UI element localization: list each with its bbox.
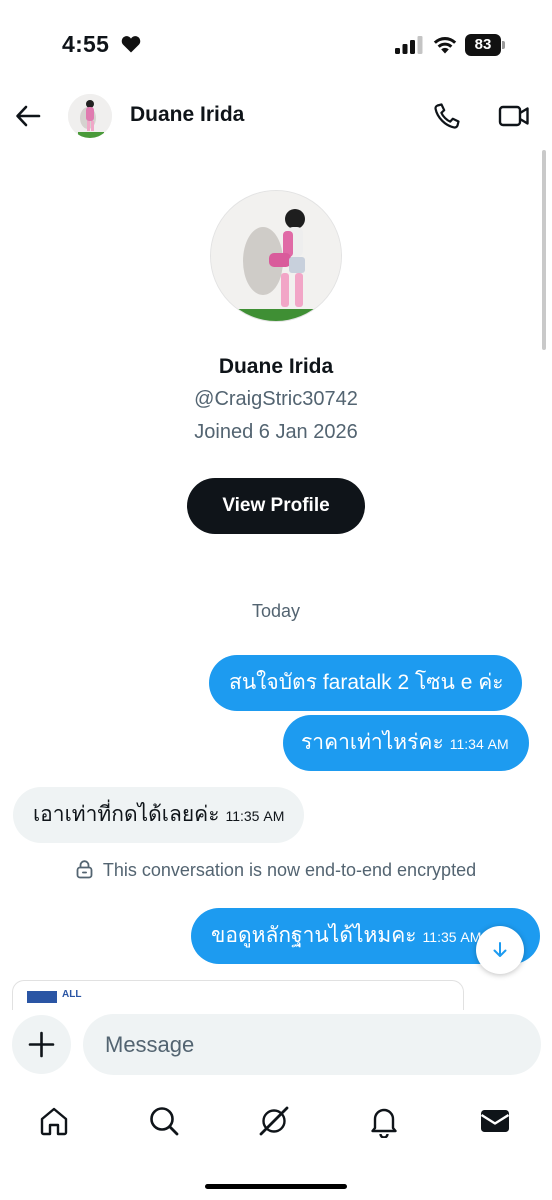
signal-icon bbox=[395, 36, 423, 54]
avatar-image bbox=[68, 94, 112, 138]
message-time: 11:35 AM bbox=[225, 808, 285, 824]
battery-level: 83 bbox=[465, 34, 501, 56]
header-name[interactable]: Duane Irida bbox=[130, 103, 244, 127]
dm-conversation-screen: 4:55 83 Duane Irida Duane Irida @CraigSt… bbox=[0, 0, 552, 1200]
phone-icon[interactable] bbox=[433, 102, 461, 130]
profile-avatar[interactable] bbox=[210, 190, 342, 322]
image-preview-text: ALL bbox=[62, 989, 82, 1000]
video-camera-icon[interactable] bbox=[498, 102, 530, 130]
message-bubble-incoming[interactable]: เอาเท่าที่กดได้เลยค่ะ 11:35 AM bbox=[13, 787, 305, 843]
search-icon[interactable] bbox=[147, 1104, 181, 1138]
notifications-bell-icon[interactable] bbox=[367, 1104, 401, 1138]
battery-icon: 83 bbox=[465, 34, 505, 56]
message-time: 11:35 AM bbox=[422, 929, 482, 945]
profile-joined-date: Joined 6 Jan 2026 bbox=[194, 421, 358, 443]
message-bubble-outgoing[interactable]: สนใจบัตร faratalk 2 โซน e ค่ะ bbox=[209, 655, 522, 711]
profile-handle: @CraigStric30742 bbox=[194, 388, 358, 410]
lock-icon bbox=[76, 860, 93, 879]
message-input[interactable] bbox=[83, 1014, 541, 1075]
plus-icon bbox=[28, 1031, 55, 1058]
wifi-icon bbox=[433, 37, 457, 54]
conversation-header: Duane Irida bbox=[0, 90, 552, 142]
encryption-notice: This conversation is now end-to-end encr… bbox=[0, 860, 552, 881]
scrollbar[interactable] bbox=[542, 150, 546, 350]
messages-envelope-icon[interactable] bbox=[478, 1104, 512, 1138]
battery-tip bbox=[502, 41, 505, 49]
message-text: ขอดูหลักฐานได้ไหมคะ bbox=[211, 924, 417, 947]
arrow-down-icon bbox=[493, 942, 507, 957]
message-text: เอาเท่าที่กดได้เลยค่ะ bbox=[33, 803, 220, 826]
bottom-navigation bbox=[0, 1090, 552, 1152]
home-indicator bbox=[205, 1184, 347, 1189]
add-attachment-button[interactable] bbox=[12, 1015, 71, 1074]
back-arrow-icon[interactable] bbox=[14, 102, 42, 130]
status-time: 4:55 bbox=[62, 31, 110, 57]
view-profile-button[interactable]: View Profile bbox=[187, 478, 365, 534]
message-text: ราคาเท่าไหร่คะ bbox=[301, 731, 444, 754]
status-bar: 4:55 83 bbox=[0, 0, 552, 90]
grok-icon[interactable] bbox=[257, 1104, 291, 1138]
day-separator: Today bbox=[251, 601, 301, 621]
heart-icon bbox=[121, 36, 141, 53]
scroll-to-bottom-button[interactable] bbox=[476, 926, 524, 974]
message-time: 11:34 AM bbox=[449, 736, 509, 752]
profile-avatar-image bbox=[211, 191, 341, 321]
message-text: สนใจบัตร faratalk 2 โซน e ค่ะ bbox=[229, 671, 504, 694]
image-logo bbox=[27, 991, 57, 1003]
image-message-preview[interactable]: ALL bbox=[12, 980, 464, 1010]
avatar[interactable] bbox=[68, 94, 112, 138]
encryption-notice-text: This conversation is now end-to-end encr… bbox=[102, 860, 477, 880]
home-icon[interactable] bbox=[37, 1104, 71, 1138]
profile-name: Duane Irida bbox=[218, 355, 334, 378]
message-bubble-outgoing[interactable]: ราคาเท่าไหร่คะ 11:34 AM bbox=[283, 715, 529, 771]
